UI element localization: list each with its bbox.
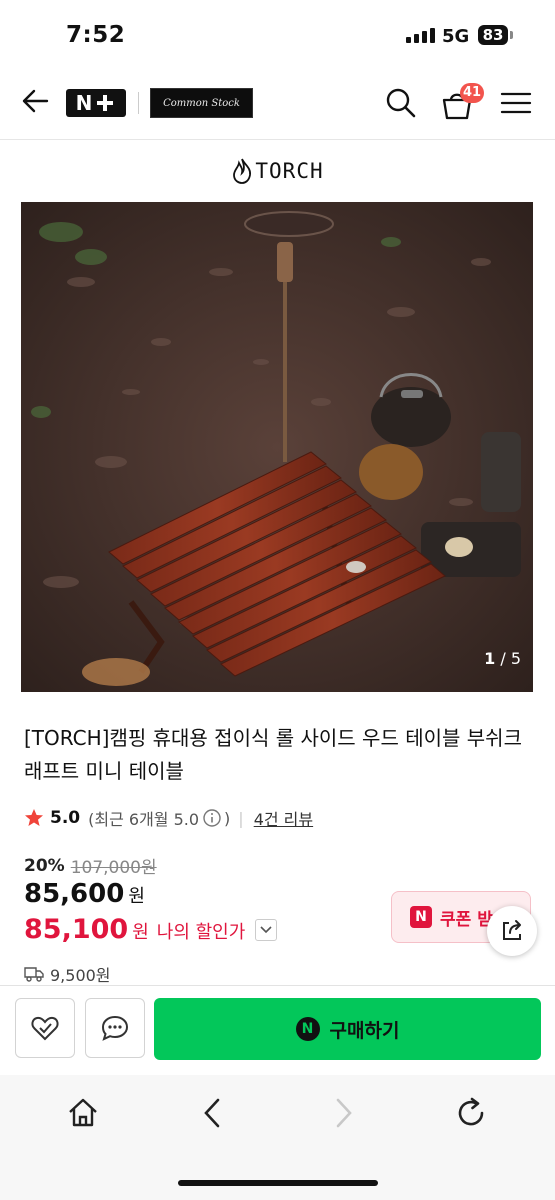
sale-price-value: 85,600 xyxy=(24,879,125,909)
back-arrow-icon[interactable] xyxy=(20,86,50,116)
rating-score: 5.0 xyxy=(50,808,81,828)
image-counter-current: 1 xyxy=(484,649,496,668)
my-price-unit: 원 xyxy=(132,922,149,943)
browser-back-icon[interactable] xyxy=(198,1096,228,1130)
cart-count-badge: 41 xyxy=(460,83,484,103)
action-bar-divider xyxy=(0,985,555,986)
original-price: 107,000원 xyxy=(70,858,157,878)
info-icon[interactable] xyxy=(202,808,222,828)
shipping-fee: 9,500원 xyxy=(50,966,111,985)
discount-percent: 20% xyxy=(24,855,65,876)
search-icon[interactable] xyxy=(384,86,418,120)
product-photo-illustration xyxy=(21,202,533,692)
share-button[interactable] xyxy=(487,906,537,956)
naver-n-icon: N xyxy=(410,906,432,928)
battery-level: 83 xyxy=(478,25,508,45)
sale-price-unit: 원 xyxy=(128,886,145,907)
battery-icon xyxy=(510,31,513,39)
image-counter: 1 / 5 xyxy=(484,649,521,668)
share-icon xyxy=(503,920,521,940)
network-type: 5G xyxy=(442,26,470,47)
rating-close-paren: ) xyxy=(224,808,231,828)
review-link[interactable]: 4건 리뷰 xyxy=(254,806,313,830)
brand-name: TORCH xyxy=(255,159,324,183)
cellular-signal-icon xyxy=(406,28,435,43)
naver-pay-icon: N xyxy=(295,1017,320,1041)
product-image[interactable]: 1 / 5 xyxy=(21,202,533,692)
image-counter-total: / 5 xyxy=(500,649,521,668)
product-title: [TORCH]캠핑 휴대용 접이식 롤 사이드 우드 테이블 부쉬크래프트 미니… xyxy=(24,726,522,783)
my-discount-price[interactable]: 85,100 원 나의 할인가 xyxy=(24,914,278,945)
talk-button[interactable] xyxy=(85,998,145,1058)
naver-plus-store-logo[interactable]: N xyxy=(66,89,126,117)
delivery-truck-icon xyxy=(24,967,44,982)
sale-price: 85,600 원 xyxy=(24,879,145,909)
discount-row: 20% 107,000원 xyxy=(24,853,157,879)
brand-logo[interactable]: TORCH xyxy=(0,157,555,185)
my-price-value: 85,100 xyxy=(24,914,129,945)
rating-separator: | xyxy=(238,808,244,828)
wishlist-button[interactable] xyxy=(15,998,75,1058)
shipping-row: 9,500원 xyxy=(24,962,111,986)
home-icon[interactable] xyxy=(66,1096,100,1130)
menu-icon[interactable] xyxy=(499,86,533,120)
reload-icon[interactable] xyxy=(454,1096,488,1130)
plus-icon xyxy=(97,95,114,111)
chat-bubble-icon xyxy=(101,1015,129,1041)
browser-forward-icon xyxy=(336,1098,352,1128)
coupon-label: 쿠폰 받 xyxy=(440,909,493,930)
my-price-label: 나의 할인가 xyxy=(156,922,246,943)
star-icon xyxy=(25,809,43,826)
buy-label: 구매하기 xyxy=(329,1019,400,1042)
header-divider xyxy=(138,92,139,114)
status-time: 7:52 xyxy=(66,22,126,48)
header-divider-line xyxy=(0,139,555,140)
heart-check-icon xyxy=(31,1016,59,1041)
flame-icon xyxy=(233,158,252,184)
store-logo[interactable]: Common Stock xyxy=(150,88,253,118)
buy-button[interactable]: N 구매하기 xyxy=(154,998,541,1060)
recent-rating: (최근 6개월 5.0 xyxy=(88,810,200,829)
home-indicator xyxy=(178,1180,378,1186)
rating-row: 5.0 (최근 6개월 5.0 ) | 4건 리뷰 xyxy=(24,806,313,830)
chevron-down-icon[interactable] xyxy=(255,918,278,941)
